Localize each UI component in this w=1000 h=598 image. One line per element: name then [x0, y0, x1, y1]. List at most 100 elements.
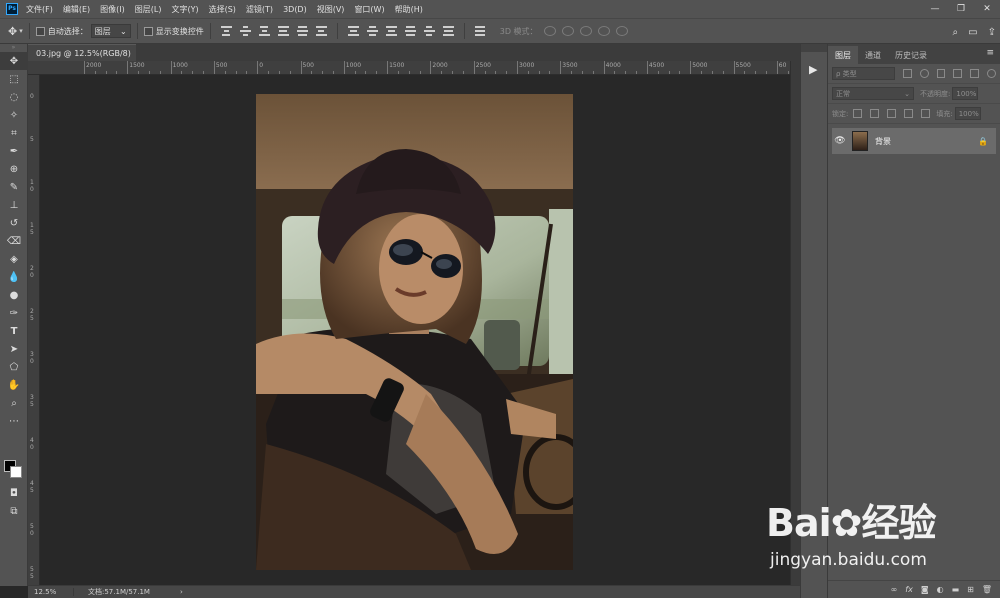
- layer-style-icon[interactable]: fx: [905, 585, 913, 594]
- 3d-scale-icon[interactable]: [615, 26, 628, 36]
- layer-name[interactable]: 背景: [875, 136, 891, 147]
- restore-button[interactable]: ❐: [948, 0, 974, 18]
- blur-tool-icon[interactable]: 💧: [0, 268, 28, 286]
- color-swatches[interactable]: [4, 458, 24, 480]
- distribute-left-icon[interactable]: [404, 25, 417, 37]
- new-layer-icon[interactable]: ⊞: [967, 585, 974, 594]
- delete-layer-icon[interactable]: 🗑: [982, 585, 992, 594]
- minimize-button[interactable]: —: [922, 0, 948, 18]
- distribute-right-icon[interactable]: [442, 25, 455, 37]
- lock-artboard-icon[interactable]: [904, 109, 914, 118]
- dock-grip[interactable]: [801, 44, 827, 52]
- eyedropper-tool-icon[interactable]: ✒: [0, 142, 28, 160]
- 3d-roll-icon[interactable]: [561, 26, 574, 36]
- tab-layers[interactable]: 图层: [828, 46, 858, 64]
- move-tool-icon[interactable]: ✥: [0, 52, 28, 70]
- tool-preset-chevron-icon[interactable]: ▾: [19, 27, 23, 35]
- hand-tool-icon[interactable]: ✋: [0, 376, 28, 394]
- layer-row[interactable]: 👁 背景 🔒: [832, 128, 996, 154]
- distribute-top-icon[interactable]: [347, 25, 360, 37]
- 3d-orbit-icon[interactable]: [543, 26, 556, 36]
- opacity-input[interactable]: 100%: [952, 87, 979, 100]
- background-color-swatch[interactable]: [10, 466, 22, 478]
- lock-transparent-icon[interactable]: [853, 109, 863, 118]
- align-right-icon[interactable]: [315, 25, 328, 37]
- new-group-icon[interactable]: ▬: [952, 585, 960, 594]
- path-selection-tool-icon[interactable]: ➤: [0, 340, 28, 358]
- quick-mask-icon[interactable]: ◘: [0, 484, 28, 502]
- search-icon[interactable]: ⌕: [953, 27, 959, 38]
- panel-menu-icon[interactable]: ≡: [986, 48, 994, 58]
- auto-align-icon[interactable]: [474, 25, 487, 37]
- menu-layer[interactable]: 图层(L): [135, 4, 162, 15]
- screen-mode-icon[interactable]: ⧉: [0, 502, 28, 520]
- menu-edit[interactable]: 编辑(E): [63, 4, 90, 15]
- distribute-vcenter-icon[interactable]: [366, 25, 379, 37]
- blend-mode-dropdown[interactable]: 正常 ⌄: [832, 87, 914, 100]
- vertical-scrollbar[interactable]: [790, 61, 800, 585]
- document-tab[interactable]: 03.jpg @ 12.5%(RGB/8) ×: [28, 44, 144, 61]
- filter-smart-object-icon[interactable]: [970, 69, 980, 78]
- tab-history[interactable]: 历史记录: [888, 46, 934, 64]
- distribute-hcenter-icon[interactable]: [423, 25, 436, 37]
- brush-tool-icon[interactable]: ✎: [0, 178, 28, 196]
- align-hcenter-icon[interactable]: [296, 25, 309, 37]
- link-layers-icon[interactable]: ∞: [891, 585, 898, 594]
- add-mask-icon[interactable]: ◙: [921, 585, 929, 594]
- menu-view[interactable]: 视图(V): [317, 4, 345, 15]
- show-transform-checkbox[interactable]: [143, 26, 153, 36]
- shape-tool-icon[interactable]: ⬠: [0, 358, 28, 376]
- menu-filter[interactable]: 滤镜(T): [246, 4, 273, 15]
- auto-select-dropdown[interactable]: 图层 ⌄: [90, 24, 131, 38]
- lock-all-icon[interactable]: [921, 109, 931, 118]
- filter-shape-icon[interactable]: [953, 69, 963, 78]
- close-window-button[interactable]: ✕: [974, 0, 1000, 18]
- filter-pixel-icon[interactable]: [902, 69, 912, 78]
- eraser-tool-icon[interactable]: ⌫: [0, 232, 28, 250]
- move-tool-icon[interactable]: ✥: [8, 25, 17, 38]
- type-tool-icon[interactable]: T: [0, 322, 28, 340]
- align-vcenter-icon[interactable]: [239, 25, 252, 37]
- align-bottom-icon[interactable]: [258, 25, 271, 37]
- menu-select[interactable]: 选择(S): [209, 4, 236, 15]
- zoom-level[interactable]: 12.5%: [28, 588, 74, 596]
- align-left-icon[interactable]: [277, 25, 290, 37]
- menu-3d[interactable]: 3D(D): [283, 5, 307, 14]
- zoom-tool-icon[interactable]: ⌕: [0, 394, 28, 412]
- pen-tool-icon[interactable]: ✑: [0, 304, 28, 322]
- new-adjustment-layer-icon[interactable]: ◐: [937, 585, 944, 594]
- marquee-tool-icon[interactable]: ⬚: [0, 70, 28, 88]
- menu-file[interactable]: 文件(F): [26, 4, 53, 15]
- share-icon[interactable]: ⇪: [988, 27, 996, 38]
- auto-select-checkbox[interactable]: [35, 26, 45, 36]
- menu-image[interactable]: 图像(I): [100, 4, 125, 15]
- 3d-pan-icon[interactable]: [579, 26, 592, 36]
- paint-bucket-tool-icon[interactable]: ◈: [0, 250, 28, 268]
- toolbar-grip-icon[interactable]: »: [0, 44, 27, 52]
- play-actions-icon[interactable]: ▶: [809, 63, 817, 76]
- dodge-tool-icon[interactable]: ●: [0, 286, 28, 304]
- filter-toggle-icon[interactable]: [987, 69, 997, 78]
- history-brush-tool-icon[interactable]: ↺: [0, 214, 28, 232]
- menu-type[interactable]: 文字(Y): [171, 4, 198, 15]
- healing-brush-tool-icon[interactable]: ⊕: [0, 160, 28, 178]
- status-menu-arrow-icon[interactable]: ›: [180, 588, 183, 596]
- distribute-bottom-icon[interactable]: [385, 25, 398, 37]
- filter-type-icon[interactable]: [936, 69, 946, 78]
- filter-adjustment-icon[interactable]: [919, 69, 929, 78]
- tab-channels[interactable]: 通道: [858, 46, 888, 64]
- workspace-icon[interactable]: ▭: [968, 27, 977, 38]
- layer-kind-filter[interactable]: ρ 类型: [832, 67, 895, 80]
- lock-image-icon[interactable]: [870, 109, 880, 118]
- magic-wand-tool-icon[interactable]: ✧: [0, 106, 28, 124]
- layer-visibility-eye-icon[interactable]: 👁: [832, 136, 848, 146]
- align-top-icon[interactable]: [220, 25, 233, 37]
- menu-help[interactable]: 帮助(H): [395, 4, 423, 15]
- menu-window[interactable]: 窗口(W): [354, 4, 384, 15]
- fill-input[interactable]: 100%: [954, 107, 981, 120]
- lasso-tool-icon[interactable]: ◌: [0, 88, 28, 106]
- lock-position-icon[interactable]: [887, 109, 897, 118]
- clone-stamp-tool-icon[interactable]: ⊥: [0, 196, 28, 214]
- more-tools-icon[interactable]: ⋯: [0, 412, 28, 430]
- 3d-slide-icon[interactable]: [597, 26, 610, 36]
